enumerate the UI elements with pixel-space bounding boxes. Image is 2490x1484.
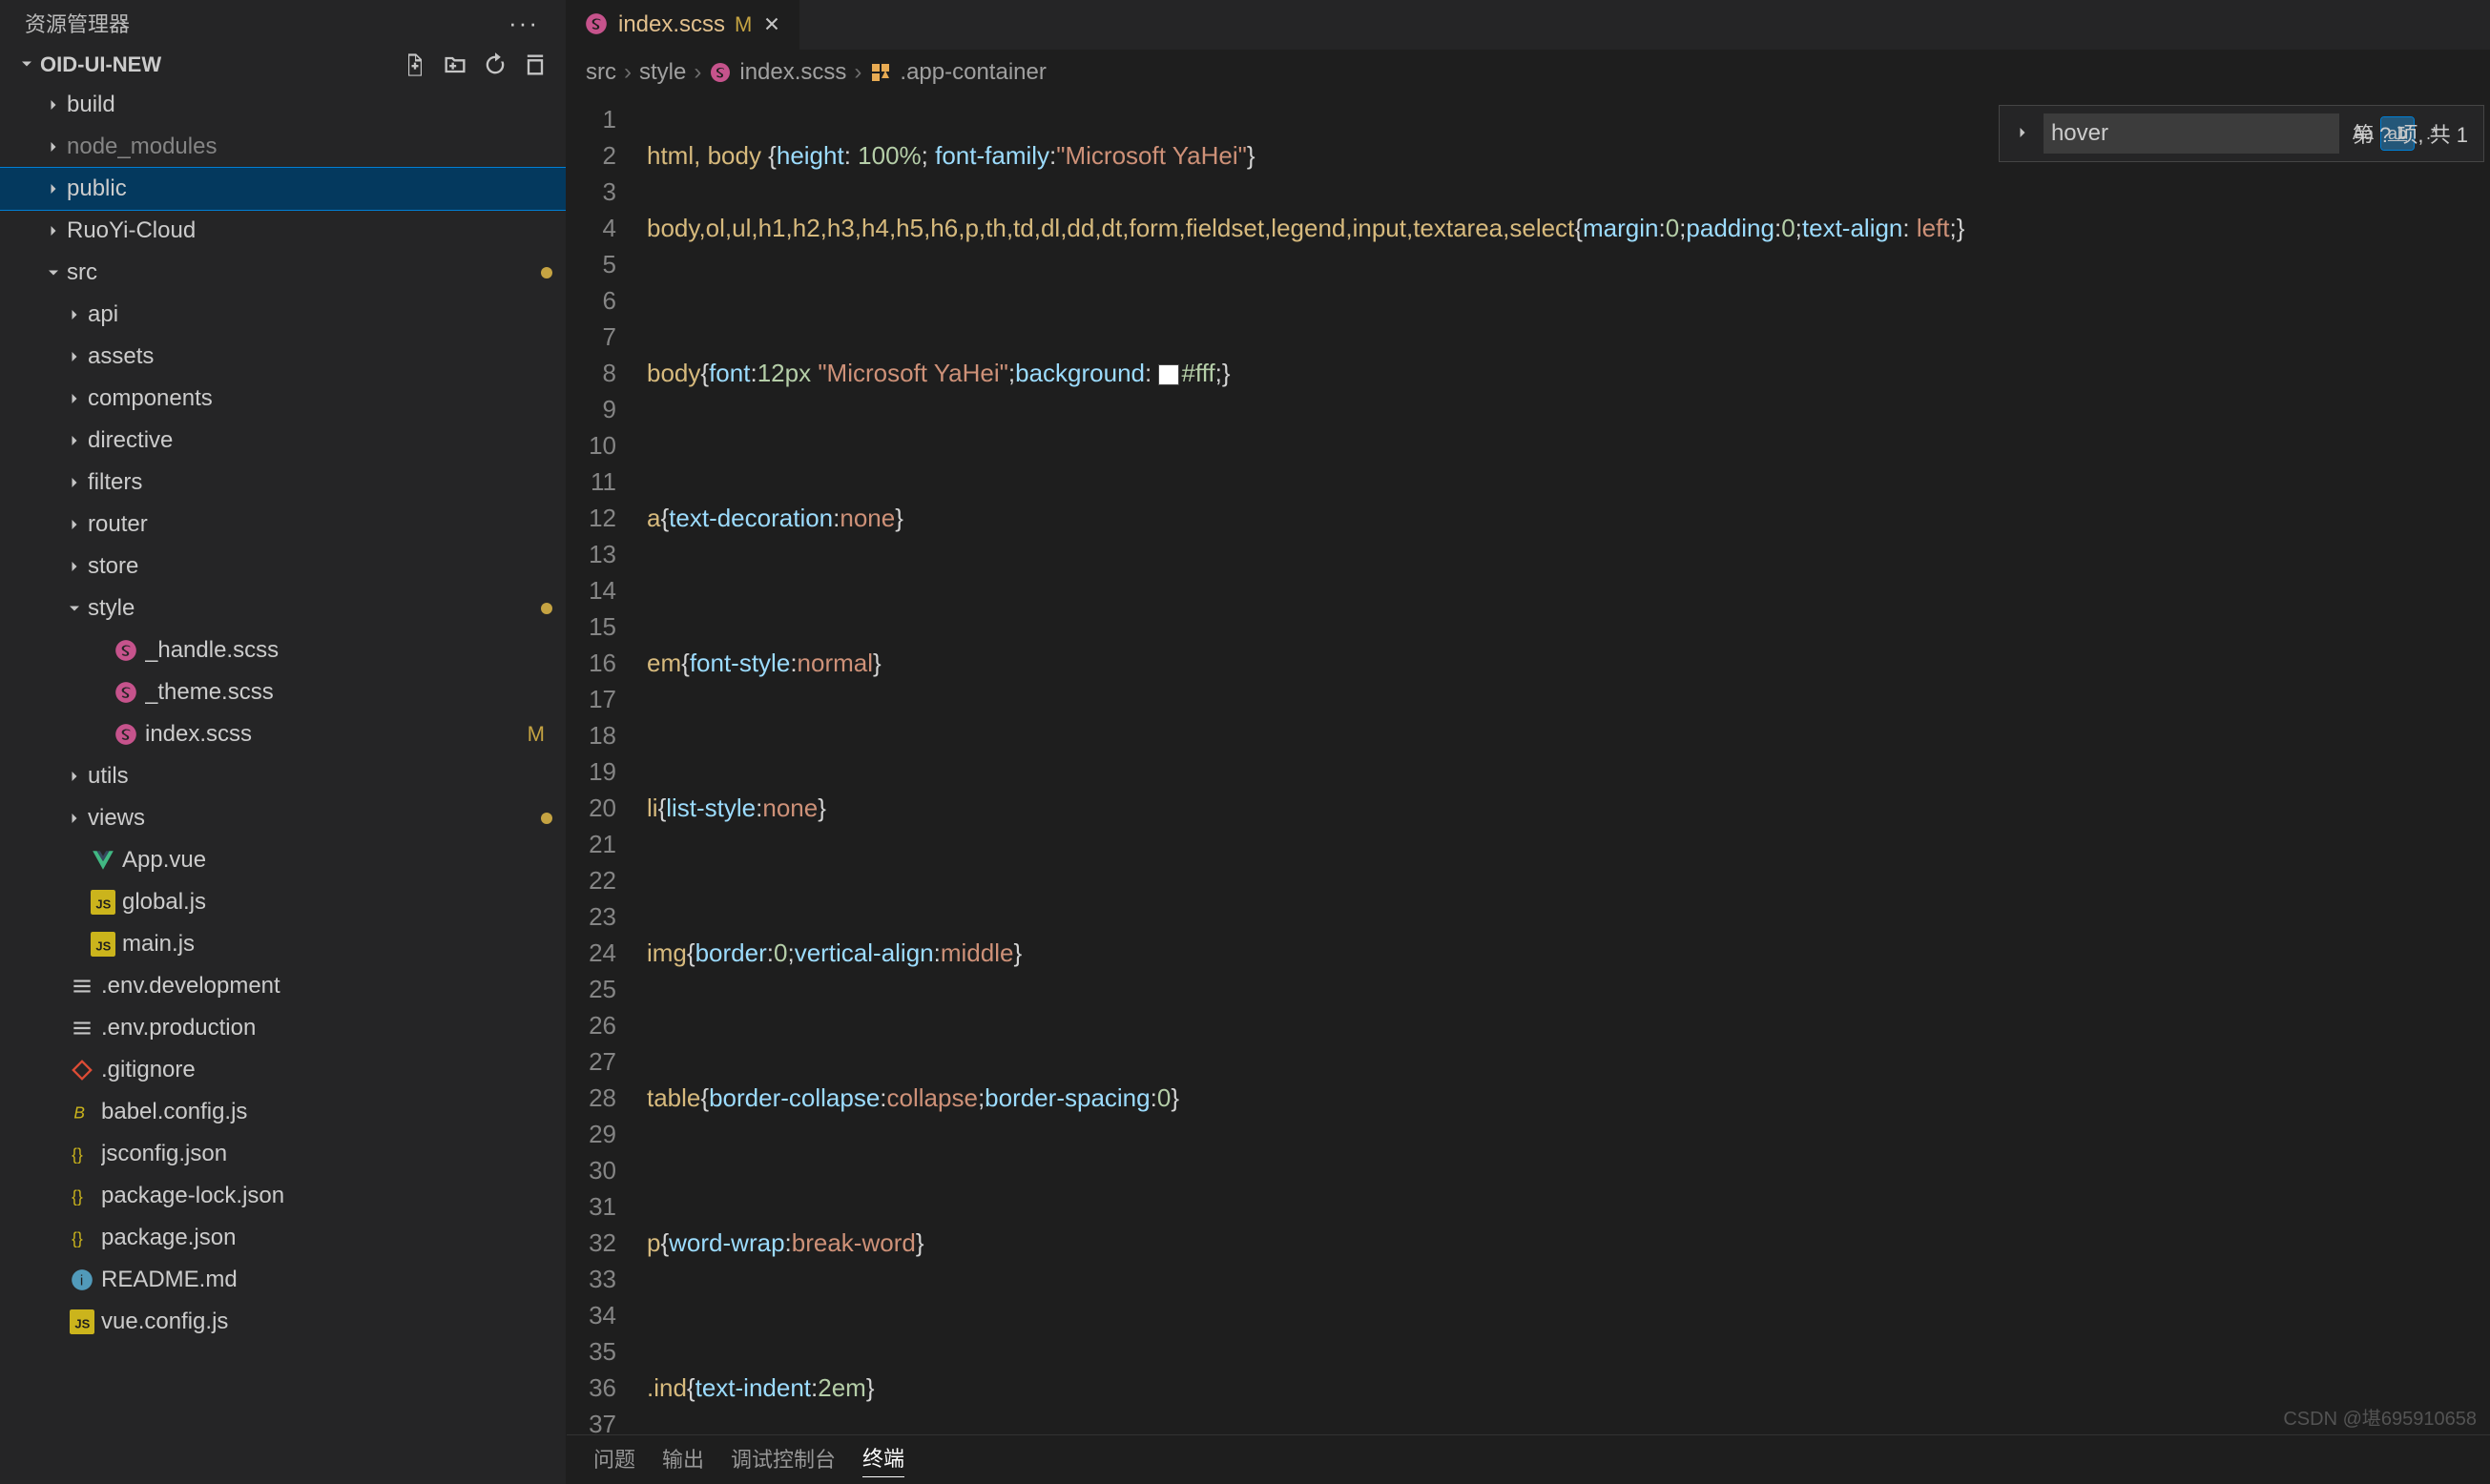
tab-index-scss[interactable]: index.scss M [567,0,800,50]
editor-area: index.scss M src › style › index.scss › .ap… [567,0,2490,1484]
more-icon[interactable]: ··· [508,9,550,38]
tab-output[interactable]: 输出 [662,1443,704,1477]
svg-text:JS: JS [95,897,111,912]
watermark: CSDN @堪695910658 [2283,1403,2477,1431]
tree-item-api[interactable]: api [0,294,566,336]
tree-item-public[interactable]: public [0,168,566,210]
breadcrumb[interactable]: src › style › index.scss › .app-container [567,50,2490,95]
svg-text:{}: {} [72,1145,83,1165]
tree-item-package-json[interactable]: {}package.json [0,1217,566,1259]
crumb-style[interactable]: style [639,59,686,86]
tree-item-directive[interactable]: directive [0,420,566,462]
crumb-src[interactable]: src [586,59,616,86]
tree-item-global-js[interactable]: JSglobal.js [0,881,566,923]
symbol-icon [869,61,892,84]
tree-item-filters[interactable]: filters [0,462,566,504]
line-gutter: 1234567891011121314151617181920212223242… [567,95,635,1434]
svg-text:{}: {} [72,1229,83,1248]
scss-icon [584,11,609,39]
tree-item-vue-config-js[interactable]: JSvue.config.js [0,1301,566,1343]
svg-text:{}: {} [72,1187,83,1206]
tree-item-views[interactable]: views [0,797,566,839]
tree-item-app-vue[interactable]: App.vue [0,839,566,881]
tree-item-src[interactable]: src [0,252,566,294]
tree-item-readme-md[interactable]: iREADME.md [0,1259,566,1301]
panel-tabs: 问题 输出 调试控制台 终端 [567,1434,2490,1484]
tree-item-node-modules[interactable]: node_modules [0,126,566,168]
tree-item-index-scss[interactable]: index.scssM [0,713,566,755]
explorer-sidebar: 资源管理器 ··· OID-UI-NEW buildnode_modulespu… [0,0,567,1484]
tree-item-store[interactable]: store [0,546,566,587]
tab-problems[interactable]: 问题 [593,1443,635,1477]
collapse-icon[interactable] [522,52,549,78]
color-swatch[interactable] [1158,364,1179,385]
project-name: OID-UI-NEW [40,52,161,77]
crumb-symbol[interactable]: .app-container [900,59,1046,86]
tree-item-jsconfig-json[interactable]: {}jsconfig.json [0,1133,566,1175]
tree-item--handle-scss[interactable]: _handle.scss [0,629,566,671]
tree-item-style[interactable]: style [0,587,566,629]
tree-item-main-js[interactable]: JSmain.js [0,923,566,965]
new-file-icon[interactable] [402,52,428,78]
chevron-right-icon: › [624,59,632,86]
svg-text:B: B [73,1103,85,1123]
new-folder-icon[interactable] [442,52,468,78]
tree-item-ruoyi-cloud[interactable]: RuoYi-Cloud [0,210,566,252]
chevron-right-icon: › [854,59,861,86]
tree-item-build[interactable]: build [0,84,566,126]
explorer-title: 资源管理器 [25,8,130,38]
tree-item-components[interactable]: components [0,378,566,420]
code-body[interactable]: html, body {height: 100%; font-family:"M… [635,95,2490,1434]
tree-item-babel-config-js[interactable]: Bbabel.config.js [0,1091,566,1133]
tree-item--env-production[interactable]: .env.production [0,1007,566,1049]
svg-text:JS: JS [95,939,111,954]
tab-bar: index.scss M [567,0,2490,50]
chevron-right-icon: › [694,59,701,86]
project-actions [402,52,556,78]
tab-debug[interactable]: 调试控制台 [731,1443,836,1477]
tab-name: index.scss [618,11,725,38]
tab-modified-badge: M [735,12,752,37]
refresh-icon[interactable] [482,52,508,78]
tree-item-assets[interactable]: assets [0,336,566,378]
chevron-down-icon [17,54,36,76]
code-editor[interactable]: 1234567891011121314151617181920212223242… [567,95,2490,1434]
project-header[interactable]: OID-UI-NEW [0,46,566,84]
file-tree: buildnode_modulespublicRuoYi-Cloudsrcapi… [0,84,566,1484]
tree-item--env-development[interactable]: .env.development [0,965,566,1007]
svg-text:JS: JS [74,1317,90,1331]
svg-text:i: i [80,1272,83,1288]
tab-terminal[interactable]: 终端 [862,1442,904,1477]
tree-item-router[interactable]: router [0,504,566,546]
tree-item-utils[interactable]: utils [0,755,566,797]
tree-item--theme-scss[interactable]: _theme.scss [0,671,566,713]
crumb-file[interactable]: index.scss [739,59,846,86]
close-icon[interactable] [761,13,782,37]
tree-item-package-lock-json[interactable]: {}package-lock.json [0,1175,566,1217]
explorer-header: 资源管理器 ··· [0,0,566,46]
tree-item--gitignore[interactable]: .gitignore [0,1049,566,1091]
scss-icon [709,61,732,84]
